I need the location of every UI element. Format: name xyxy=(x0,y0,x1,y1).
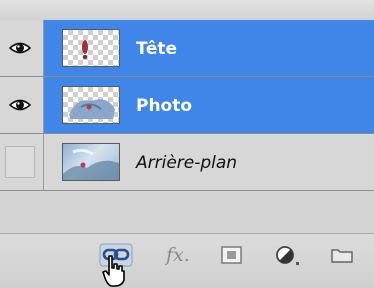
layers-footer-toolbar: fx. xyxy=(0,234,374,288)
layer-row-arriere-plan[interactable]: Arrière-plan xyxy=(0,134,374,191)
adjustment-circle-icon xyxy=(276,246,299,265)
layer-content: Photo xyxy=(44,77,374,133)
layer-mask-icon xyxy=(221,246,242,264)
folder-icon xyxy=(331,249,353,263)
panel-top-strip xyxy=(0,0,374,21)
hand-pointer-cursor-icon xyxy=(102,255,125,287)
visibility-toggle-empty[interactable] xyxy=(5,146,35,178)
layer-style-fx-button[interactable]: fx. xyxy=(166,240,202,270)
eye-visibility-icon[interactable] xyxy=(6,34,34,62)
layer-thumbnail xyxy=(62,143,120,181)
layer-name[interactable]: Arrière-plan xyxy=(136,152,237,174)
add-layer-mask-button[interactable] xyxy=(219,240,245,270)
layers-panel: Tête Photo Arrière-plan fx. xyxy=(0,0,374,288)
layer-content: Arrière-plan xyxy=(44,134,374,190)
eye-visibility-icon[interactable] xyxy=(6,91,34,119)
adjustment-layer-button[interactable] xyxy=(273,240,303,270)
layer-row-tete[interactable]: Tête xyxy=(0,20,374,77)
layer-name[interactable]: Photo xyxy=(136,95,192,117)
layer-thumbnail xyxy=(62,29,120,67)
layer-name[interactable]: Tête xyxy=(136,38,177,60)
layer-content: Tête xyxy=(44,20,374,76)
fx-label: fx. xyxy=(166,244,190,266)
layer-thumbnail xyxy=(62,86,120,124)
new-group-button[interactable] xyxy=(328,240,358,270)
visibility-cell xyxy=(0,77,44,133)
visibility-cell xyxy=(0,134,44,190)
visibility-cell xyxy=(0,20,44,76)
layer-row-photo[interactable]: Photo xyxy=(0,77,374,134)
